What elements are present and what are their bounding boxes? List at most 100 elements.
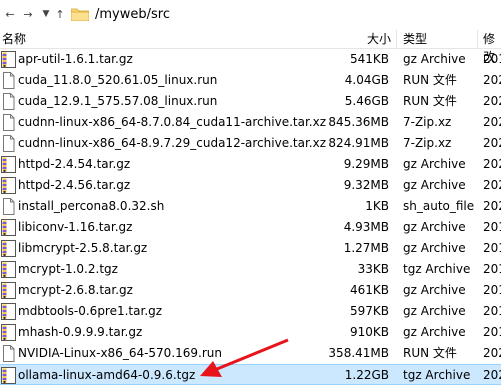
file-icon bbox=[1, 93, 16, 110]
file-type: gz Archive bbox=[403, 52, 466, 66]
file-icon bbox=[1, 135, 16, 152]
file-icon bbox=[1, 114, 16, 131]
file-name: mcrypt-1.0.2.tgz bbox=[18, 262, 118, 276]
archive-icon bbox=[1, 156, 16, 173]
archive-icon bbox=[1, 282, 16, 299]
file-row[interactable]: cuda_11.8.0_520.61.05_linux.run 4.04GB RUN… bbox=[0, 70, 501, 91]
archive-icon bbox=[1, 261, 16, 278]
file-type: gz Archive bbox=[403, 241, 466, 255]
file-name: install_percona8.0.32.sh bbox=[18, 199, 165, 213]
file-row[interactable]: libmcrypt-2.5.8.tar.gz 1.27MB gz Archive 20… bbox=[0, 238, 501, 259]
file-size: 910KB bbox=[349, 325, 389, 339]
file-date: 202 bbox=[483, 94, 501, 108]
file-name: mdbtools-0.6pre1.tar.gz bbox=[18, 304, 163, 318]
file-type: RUN 文件 bbox=[403, 346, 457, 360]
file-size: 4.93MB bbox=[343, 220, 389, 234]
file-size: 824.91MB bbox=[328, 136, 389, 150]
file-name: mhash-0.9.9.9.tar.gz bbox=[18, 325, 143, 339]
column-divider[interactable] bbox=[477, 30, 478, 48]
file-name: httpd-2.4.56.tar.gz bbox=[18, 178, 131, 192]
file-size: 845.36MB bbox=[328, 115, 389, 129]
file-row[interactable]: httpd-2.4.56.tar.gz 9.32MB gz Archive 202 bbox=[0, 175, 501, 196]
file-size: 9.29MB bbox=[343, 157, 389, 171]
file-size: 4.04GB bbox=[344, 73, 389, 87]
file-date: 202 bbox=[483, 136, 501, 150]
file-name: libiconv-1.16.tar.gz bbox=[18, 220, 133, 234]
file-date: 201 bbox=[483, 52, 501, 66]
file-row[interactable]: mcrypt-1.0.2.tgz 33KB tgz Archive 201 bbox=[0, 259, 501, 280]
file-date: 201 bbox=[483, 262, 501, 276]
file-row[interactable]: mhash-0.9.9.9.tar.gz 910KB gz Archive 201 bbox=[0, 322, 501, 343]
file-type: 7-Zip.xz bbox=[403, 115, 452, 129]
file-size: 541KB bbox=[349, 52, 389, 66]
file-size: 5.46GB bbox=[344, 94, 389, 108]
column-header: 名称 大小 类型 修改 bbox=[0, 30, 501, 64]
column-type-header[interactable]: 类型 bbox=[403, 30, 427, 48]
archive-icon bbox=[1, 240, 16, 257]
file-date: 202 bbox=[483, 368, 501, 382]
file-icon bbox=[1, 198, 16, 215]
folder-icon bbox=[71, 8, 89, 21]
file-row[interactable]: httpd-2.4.54.tar.gz 9.29MB gz Archive 202 bbox=[0, 154, 501, 175]
file-type: gz Archive bbox=[403, 178, 466, 192]
archive-icon bbox=[1, 303, 16, 320]
file-name: mcrypt-2.6.8.tar.gz bbox=[18, 283, 133, 297]
file-type: gz Archive bbox=[403, 325, 466, 339]
file-size: 597KB bbox=[349, 304, 389, 318]
column-divider[interactable] bbox=[396, 30, 397, 48]
file-name: apr-util-1.6.1.tar.gz bbox=[18, 52, 133, 66]
file-type: gz Archive bbox=[403, 220, 466, 234]
file-size: 33KB bbox=[357, 262, 389, 276]
file-date: 202 bbox=[483, 73, 501, 87]
file-name: NVIDIA-Linux-x86_64-570.169.run bbox=[18, 346, 222, 360]
column-date-header[interactable]: 修改 bbox=[483, 30, 501, 64]
file-size: 9.32MB bbox=[343, 178, 389, 192]
file-type: gz Archive bbox=[403, 304, 466, 318]
file-date: 202 bbox=[483, 178, 501, 192]
file-name: cudnn-linux-x86_64-8.7.0.84_cuda11-archi… bbox=[18, 115, 326, 129]
file-type: gz Archive bbox=[403, 283, 466, 297]
file-row[interactable]: libiconv-1.16.tar.gz 4.93MB gz Archive 201 bbox=[0, 217, 501, 238]
file-size: 461KB bbox=[349, 283, 389, 297]
file-row[interactable]: cuda_12.9.1_575.57.08_linux.run 5.46GB RUN… bbox=[0, 91, 501, 112]
file-date: 201 bbox=[483, 304, 501, 318]
file-name: ollama-linux-amd64-0.9.6.tgz bbox=[18, 368, 196, 382]
up-arrow-icon[interactable]: ↑ bbox=[52, 6, 68, 22]
archive-icon bbox=[1, 324, 16, 341]
file-name: httpd-2.4.54.tar.gz bbox=[18, 157, 131, 171]
file-type: gz Archive bbox=[403, 157, 466, 171]
file-row-selected[interactable]: ollama-linux-amd64-0.9.6.tgz 1.22GB tgz Ar… bbox=[0, 364, 501, 385]
file-date: 202 bbox=[483, 115, 501, 129]
file-icon bbox=[1, 72, 16, 89]
file-size: 358.41MB bbox=[328, 346, 389, 360]
archive-icon bbox=[1, 177, 16, 194]
file-date: 201 bbox=[483, 283, 501, 297]
file-date: 201 bbox=[483, 325, 501, 339]
forward-arrow-icon[interactable]: → bbox=[20, 6, 36, 22]
address-bar: ← → ▼ ↑ /myweb/src bbox=[0, 0, 501, 31]
file-row[interactable]: NVIDIA-Linux-x86_64-570.169.run 358.41MB R… bbox=[0, 343, 501, 364]
file-type: tgz Archive bbox=[403, 262, 471, 276]
file-row[interactable]: mdbtools-0.6pre1.tar.gz 597KB gz Archive 20… bbox=[0, 301, 501, 322]
file-row[interactable]: cudnn-linux-x86_64-8.7.0.84_cuda11-archi… bbox=[0, 112, 501, 133]
column-name-header[interactable]: 名称 bbox=[2, 30, 26, 48]
file-row[interactable]: cudnn-linux-x86_64-8.9.7.29_cuda12-archi… bbox=[0, 133, 501, 154]
file-size: 1KB bbox=[365, 199, 389, 213]
column-size-header[interactable]: 大小 bbox=[367, 30, 391, 48]
file-row[interactable]: apr-util-1.6.1.tar.gz 541KB gz Archive 201 bbox=[0, 49, 501, 70]
file-name: cudnn-linux-x86_64-8.9.7.29_cuda12-archi… bbox=[18, 136, 326, 150]
path-input[interactable]: /myweb/src bbox=[95, 7, 170, 22]
file-size: 1.22GB bbox=[344, 368, 389, 382]
back-arrow-icon[interactable]: ← bbox=[2, 6, 18, 22]
file-type: 7-Zip.xz bbox=[403, 136, 452, 150]
file-date: 202 bbox=[483, 157, 501, 171]
file-type: sh_auto_file bbox=[403, 199, 475, 213]
file-row[interactable]: mcrypt-2.6.8.tar.gz 461KB gz Archive 201 bbox=[0, 280, 501, 301]
file-row[interactable]: install_percona8.0.32.sh 1KB sh_auto_file 2… bbox=[0, 196, 501, 217]
file-date: 202 bbox=[483, 199, 501, 213]
file-type: RUN 文件 bbox=[403, 73, 457, 87]
file-type: tgz Archive bbox=[403, 368, 471, 382]
file-name: cuda_12.9.1_575.57.08_linux.run bbox=[18, 94, 218, 108]
file-type: RUN 文件 bbox=[403, 94, 457, 108]
archive-icon bbox=[1, 367, 16, 384]
